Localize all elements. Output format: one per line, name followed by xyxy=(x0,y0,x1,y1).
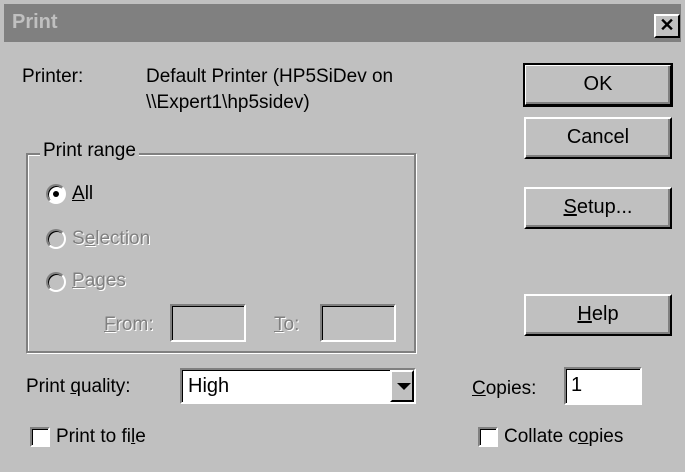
print-range-label: Print range xyxy=(40,140,139,162)
copies-input[interactable]: 1 xyxy=(564,367,642,405)
collate-copies-checkbox[interactable] xyxy=(478,427,498,447)
printer-name-line2: \\Expert1\hp5sidev) xyxy=(146,92,310,113)
print-to-file-label[interactable]: Print to file xyxy=(56,426,146,448)
collate-label-rest: pies xyxy=(588,426,624,447)
radio-selection[interactable] xyxy=(46,229,66,249)
to-label: To: xyxy=(274,314,299,336)
quality-mnemonic: q xyxy=(70,376,81,397)
radio-all-label[interactable]: All xyxy=(72,183,93,205)
all-label-rest: ll xyxy=(84,183,94,204)
print-quality-value: High xyxy=(188,375,230,397)
collate-mnemonic: o xyxy=(577,426,589,447)
copies-label: Copies: xyxy=(472,378,536,400)
window-title: Print xyxy=(12,11,58,33)
radio-all[interactable] xyxy=(46,184,66,204)
from-label-rest: rom: xyxy=(115,314,154,335)
help-button[interactable]: Help xyxy=(524,294,672,336)
close-icon: ✕ xyxy=(659,15,675,35)
quality-label-pre: Print xyxy=(26,376,71,397)
help-mnemonic: H xyxy=(577,303,592,325)
setup-button[interactable]: Setup... xyxy=(524,187,672,229)
all-mnemonic: A xyxy=(72,183,85,204)
print-to-file-label-rest: e xyxy=(135,426,146,447)
ok-button-label: OK xyxy=(583,73,613,95)
print-quality-label: Print quality: xyxy=(26,376,131,398)
from-label: From: xyxy=(104,314,154,336)
cancel-button-label: Cancel xyxy=(566,126,630,148)
radio-pages-label[interactable]: Pages xyxy=(72,270,126,292)
radio-selected-icon xyxy=(53,191,59,197)
close-button[interactable]: ✕ xyxy=(654,14,680,38)
setup-mnemonic: S xyxy=(563,196,577,218)
to-mnemonic: T xyxy=(274,314,284,335)
print-to-file-checkbox[interactable] xyxy=(30,427,50,447)
from-mnemonic: F xyxy=(104,314,116,335)
help-button-label: elp xyxy=(591,303,619,325)
pages-mnemonic: P xyxy=(72,270,85,291)
collate-copies-label[interactable]: Collate copies xyxy=(504,426,623,448)
print-quality-select[interactable]: High xyxy=(180,368,416,404)
to-label-rest: o: xyxy=(283,314,300,335)
selection-mnemonic: e xyxy=(84,228,96,249)
from-input[interactable] xyxy=(170,304,246,342)
collate-label-pre: Collate c xyxy=(504,426,578,447)
setup-button-label: etup... xyxy=(576,196,633,218)
title-bar[interactable]: Print ✕ xyxy=(4,4,681,42)
printer-name-line1: Default Printer (HP5SiDev on xyxy=(146,66,394,87)
print-dialog: Print ✕ Printer: Default Printer (HP5SiD… xyxy=(0,0,685,472)
chevron-down-icon xyxy=(397,383,411,390)
radio-selection-label[interactable]: Selection xyxy=(72,228,150,250)
copies-label-rest: opies: xyxy=(485,378,537,399)
quality-label-rest: uality: xyxy=(80,376,131,397)
ok-button[interactable]: OK xyxy=(523,63,673,107)
print-quality-dropdown-button[interactable] xyxy=(390,370,414,402)
radio-pages[interactable] xyxy=(46,272,66,292)
cancel-button[interactable]: Cancel xyxy=(524,117,672,159)
to-input[interactable] xyxy=(320,304,396,342)
pages-label-rest: ages xyxy=(84,270,126,291)
selection-label-rest: lection xyxy=(95,228,151,249)
print-to-file-label-pre: Print to fi xyxy=(56,426,131,447)
selection-label-pre: S xyxy=(72,228,85,249)
copies-mnemonic: C xyxy=(472,378,486,399)
printer-label: Printer: xyxy=(22,66,84,87)
